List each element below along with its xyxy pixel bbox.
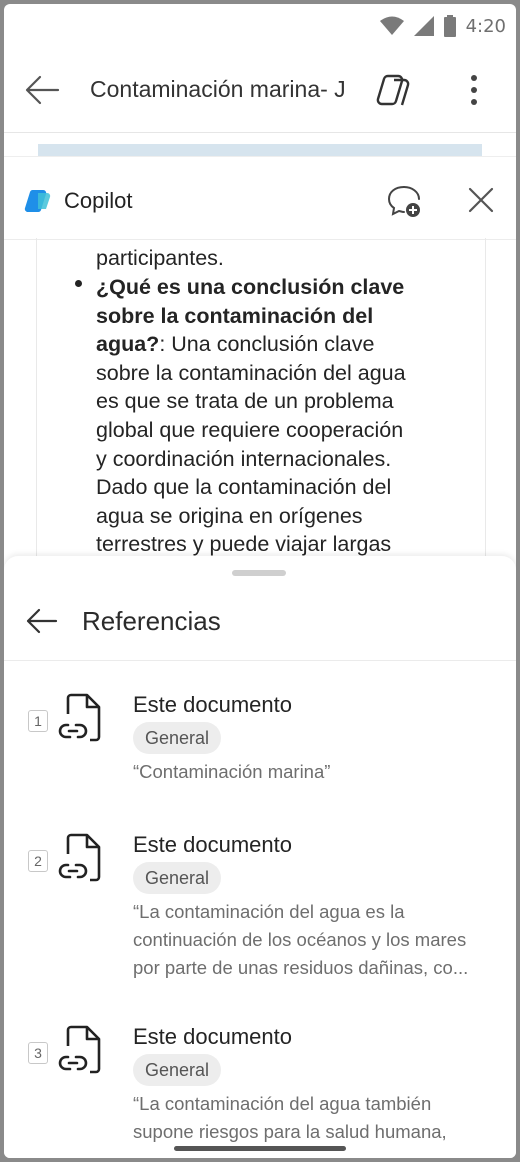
- chat-fragment: : Una conclusión clave: [159, 332, 375, 357]
- app-bar: Contaminación marina- J: [4, 48, 516, 133]
- reference-quote: “La contaminación del agua también supon…: [133, 1090, 493, 1146]
- phone-screen: 4:20 Contaminación marina- J Copilot par…: [4, 4, 516, 1158]
- chat-line: terrestres y puede viajar largas: [96, 532, 392, 557]
- chat-mixed-line: agua?: Una conclusión clave: [96, 330, 485, 359]
- chat-bold-line: ¿Qué es una conclusión clave: [96, 275, 405, 299]
- chat-bold-line: sobre la contaminación del: [96, 303, 374, 328]
- linked-document-icon: [58, 1025, 101, 1074]
- divider: [4, 660, 516, 661]
- wifi-icon: [379, 16, 404, 35]
- linked-document-icon: [58, 693, 101, 742]
- references-title: Referencias: [82, 606, 221, 636]
- quote-line: supone riesgos para la salud humana,: [133, 1121, 447, 1142]
- reference-item[interactable]: 2 Este documento General “La contaminaci…: [4, 828, 516, 988]
- chat-bullet-text: ¿Qué es una conclusión clave sobre la co…: [37, 273, 485, 559]
- reference-title: Este documento: [133, 692, 292, 717]
- status-bar: 4:20: [4, 4, 516, 48]
- chat-line: global que requiere cooperación: [96, 417, 404, 442]
- sensitivity-tag: General: [133, 722, 222, 754]
- quote-line: “Contaminación marina”: [133, 761, 331, 782]
- clock: 4:20: [465, 15, 506, 37]
- navigation-gesture-bar[interactable]: [174, 1146, 346, 1151]
- copilot-logo-icon: [24, 189, 51, 213]
- quote-line: “La contaminación del agua también: [133, 1093, 432, 1114]
- more-options-icon[interactable]: [456, 70, 492, 110]
- chat-bold-fragment: agua?: [96, 332, 160, 357]
- reference-quote: “Contaminación marina”: [133, 758, 493, 786]
- copilot-chat-content: s de la página, los pasos y participante…: [36, 238, 486, 568]
- back-arrow-icon[interactable]: [22, 602, 60, 640]
- quote-line: por parte de unas residuos dañinas, co..…: [133, 957, 469, 978]
- reference-quote: “La contaminación del agua es la continu…: [133, 898, 493, 982]
- reference-item[interactable]: 1 Este documento General “Contaminación …: [4, 688, 516, 798]
- back-arrow-icon[interactable]: [22, 70, 62, 110]
- chat-line: es que se trata de un problema: [96, 389, 394, 414]
- close-icon[interactable]: [464, 183, 498, 217]
- reference-number: 2: [28, 850, 48, 872]
- chat-line: agua se origina en orígenes: [96, 503, 363, 528]
- linked-document-icon: [58, 833, 101, 882]
- references-sheet: Referencias 1 Este documento General “Co…: [4, 556, 516, 1158]
- battery-icon: [443, 15, 456, 37]
- signal-icon: [413, 16, 434, 36]
- quote-line: “La contaminación del agua es la: [133, 901, 405, 922]
- chat-line: sobre la contaminación del agua: [96, 360, 406, 385]
- quote-line: continuación de los océanos y los mares: [133, 929, 467, 950]
- reference-number: 1: [28, 710, 48, 732]
- chat-line: y coordinación internacionales.: [96, 446, 392, 471]
- reference-title: Este documento: [133, 832, 292, 857]
- reference-number: 3: [28, 1042, 48, 1064]
- drag-handle[interactable]: [232, 570, 286, 576]
- copilot-icon[interactable]: [374, 70, 414, 110]
- chat-line: participantes.: [96, 246, 224, 270]
- chat-line: Dado que la contaminación del: [96, 475, 392, 500]
- sensitivity-tag: General: [133, 862, 222, 894]
- reference-item[interactable]: 3 Este documento General “La contaminaci…: [4, 1020, 516, 1150]
- sensitivity-tag: General: [133, 1054, 222, 1086]
- reference-title: Este documento: [133, 1024, 292, 1049]
- copilot-title: Copilot: [64, 188, 133, 213]
- document-title: Contaminación marina- J: [90, 76, 346, 102]
- copilot-panel-header: Copilot: [4, 156, 516, 240]
- new-chat-icon[interactable]: [386, 183, 422, 219]
